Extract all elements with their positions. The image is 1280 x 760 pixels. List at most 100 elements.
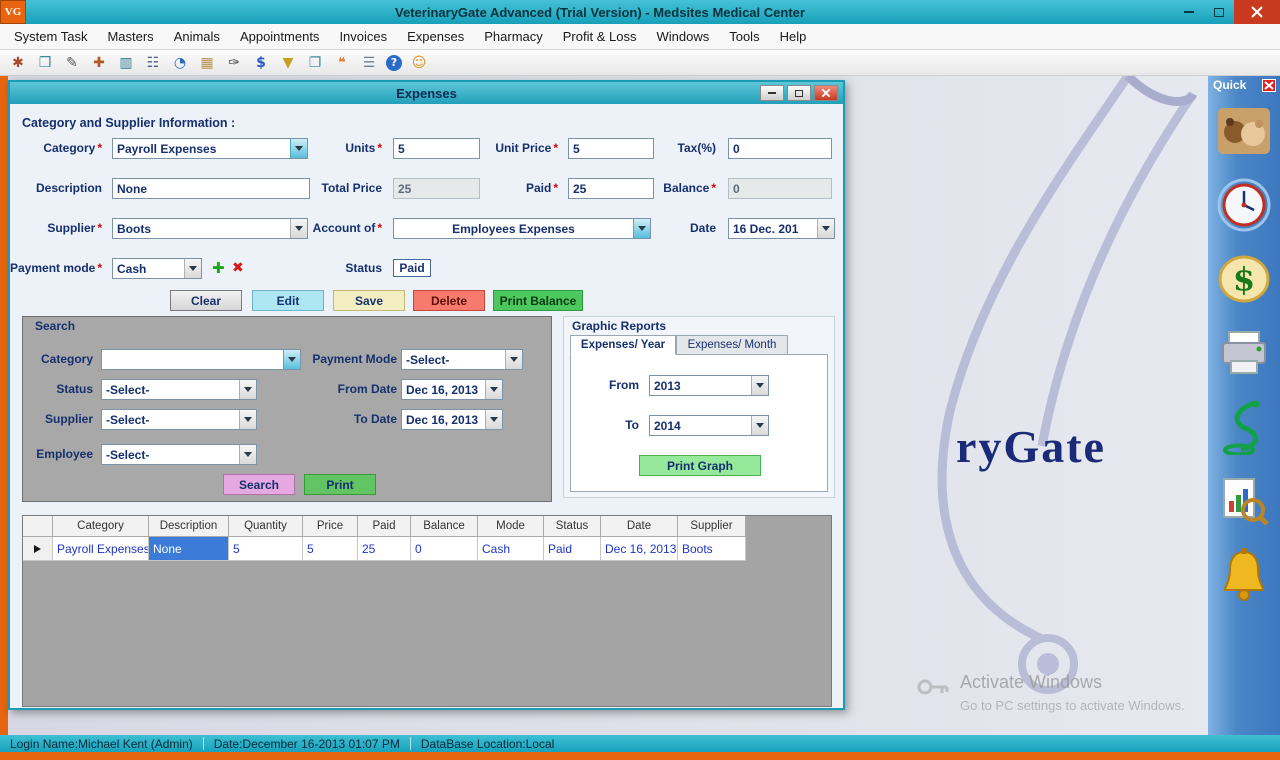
grid-header-supplier[interactable]: Supplier [678,516,746,537]
syringe-icon[interactable]: ✑ [224,53,244,73]
print-icon[interactable]: ❐ [305,53,325,73]
medical-icon[interactable]: ✚ [89,53,109,73]
computer-icon[interactable]: ❒ [35,53,55,73]
chevron-down-icon[interactable] [239,445,256,464]
quick-close-icon[interactable] [1262,79,1276,92]
paw-icon[interactable]: ✱ [8,53,28,73]
maximize-icon[interactable] [1204,1,1234,23]
menu-expenses[interactable]: Expenses [397,25,474,48]
user-icon[interactable]: ☺ [409,53,429,73]
search-button[interactable]: Search [223,474,295,495]
search-payment-mode-combobox[interactable]: -Select- [401,349,523,370]
chevron-down-icon[interactable] [485,410,502,429]
menu-animals[interactable]: Animals [164,25,230,48]
chart-icon[interactable]: ▥ [116,53,136,73]
menu-system-task[interactable]: System Task [4,25,97,48]
calendar-icon[interactable]: ▦ [197,53,217,73]
close-icon[interactable] [1234,0,1280,24]
currency-icon[interactable]: $ [251,53,271,73]
add-payment-mode-icon[interactable]: ✚ [212,259,225,277]
chevron-down-icon[interactable] [184,259,201,278]
chat-icon[interactable]: ❝ [332,53,352,73]
grid-corner-cell[interactable] [23,516,53,537]
cell-description-selected[interactable]: None [149,537,229,561]
menu-masters[interactable]: Masters [97,25,163,48]
menu-profit-loss[interactable]: Profit & Loss [553,25,647,48]
delete-button[interactable]: Delete [413,290,485,311]
search-from-date-picker[interactable]: Dec 16, 2013 [401,379,503,400]
tax-field[interactable] [728,138,832,159]
cell-paid[interactable]: 25 [358,537,411,561]
grid-header-mode[interactable]: Mode [478,516,544,537]
cell-price[interactable]: 5 [303,537,358,561]
graph-to-combobox[interactable]: 2014 [649,415,769,436]
search-to-date-picker[interactable]: Dec 16, 2013 [401,409,503,430]
globe-clock-icon[interactable]: ◔ [170,53,190,73]
reminder-bell-icon[interactable] [1216,546,1272,604]
grid-header-quantity[interactable]: Quantity [229,516,303,537]
edit-button[interactable]: Edit [252,290,324,311]
tab-expenses-month[interactable]: Expenses/ Month [676,335,788,355]
pen-icon[interactable]: ✎ [62,53,82,73]
menu-tools[interactable]: Tools [719,25,769,48]
expenses-minimize-icon[interactable] [760,85,784,101]
grid-header-status[interactable]: Status [544,516,601,537]
menu-appointments[interactable]: Appointments [230,25,330,48]
print-balance-button[interactable]: Print Balance [493,290,583,311]
clock-icon[interactable] [1216,176,1272,234]
account-of-combobox[interactable]: Employees Expenses [393,218,651,239]
search-category-combobox[interactable] [101,349,301,370]
filter-icon[interactable]: ▼ [278,53,298,73]
delete-payment-mode-icon[interactable]: ✖ [232,260,244,276]
help-icon[interactable]: ? [386,55,402,71]
chevron-down-icon[interactable] [817,219,834,238]
grid-header-description[interactable]: Description [149,516,229,537]
settings-icon[interactable]: ☰ [359,53,379,73]
graph-from-combobox[interactable]: 2013 [649,375,769,396]
chevron-down-icon[interactable] [751,416,768,435]
cell-supplier[interactable]: Boots [678,537,746,561]
chevron-down-icon[interactable] [239,410,256,429]
search-supplier-combobox[interactable]: -Select- [101,409,257,430]
reports-search-icon[interactable] [1216,472,1272,530]
cell-balance[interactable]: 0 [411,537,478,561]
cell-mode[interactable]: Cash [478,537,544,561]
search-print-button[interactable]: Print [304,474,376,495]
menu-help[interactable]: Help [770,25,817,48]
billing-dollar-icon[interactable]: $ [1216,250,1272,308]
row-selector-cell[interactable] [23,537,53,561]
cell-category[interactable]: Payroll Expenses [53,537,149,561]
app-titlebar[interactable]: VG VeterinaryGate Advanced (Trial Versio… [0,0,1280,24]
minimize-icon[interactable] [1174,1,1204,23]
search-status-combobox[interactable]: -Select- [101,379,257,400]
category-combobox[interactable]: Payroll Expenses [112,138,308,159]
grid-header-paid[interactable]: Paid [358,516,411,537]
menu-invoices[interactable]: Invoices [329,25,397,48]
expenses-titlebar[interactable]: Expenses [10,82,843,104]
cell-quantity[interactable]: 5 [229,537,303,561]
grid-header-date[interactable]: Date [601,516,678,537]
chevron-down-icon[interactable] [485,380,502,399]
print-graph-button[interactable]: Print Graph [639,455,761,476]
grid-header-category[interactable]: Category [53,516,149,537]
tab-expenses-year[interactable]: Expenses/ Year [570,335,676,355]
menu-windows[interactable]: Windows [646,25,719,48]
clear-button[interactable]: Clear [170,290,242,311]
date-picker[interactable]: 16 Dec. 201 [728,218,835,239]
search-employee-combobox[interactable]: -Select- [101,444,257,465]
pharmacy-icon[interactable] [1216,398,1272,456]
cell-status[interactable]: Paid [544,537,601,561]
description-field[interactable] [112,178,310,199]
chevron-down-icon[interactable] [751,376,768,395]
cell-date[interactable]: Dec 16, 2013 [601,537,678,561]
expenses-close-icon[interactable] [814,85,838,101]
report-icon[interactable]: ☷ [143,53,163,73]
save-button[interactable]: Save [333,290,405,311]
pets-photo-icon[interactable] [1216,102,1272,160]
chevron-down-icon[interactable] [239,380,256,399]
grid-header-price[interactable]: Price [303,516,358,537]
supplier-combobox[interactable]: Boots [112,218,308,239]
chevron-down-icon[interactable] [505,350,522,369]
grid-header-balance[interactable]: Balance [411,516,478,537]
expenses-restore-icon[interactable] [787,85,811,101]
